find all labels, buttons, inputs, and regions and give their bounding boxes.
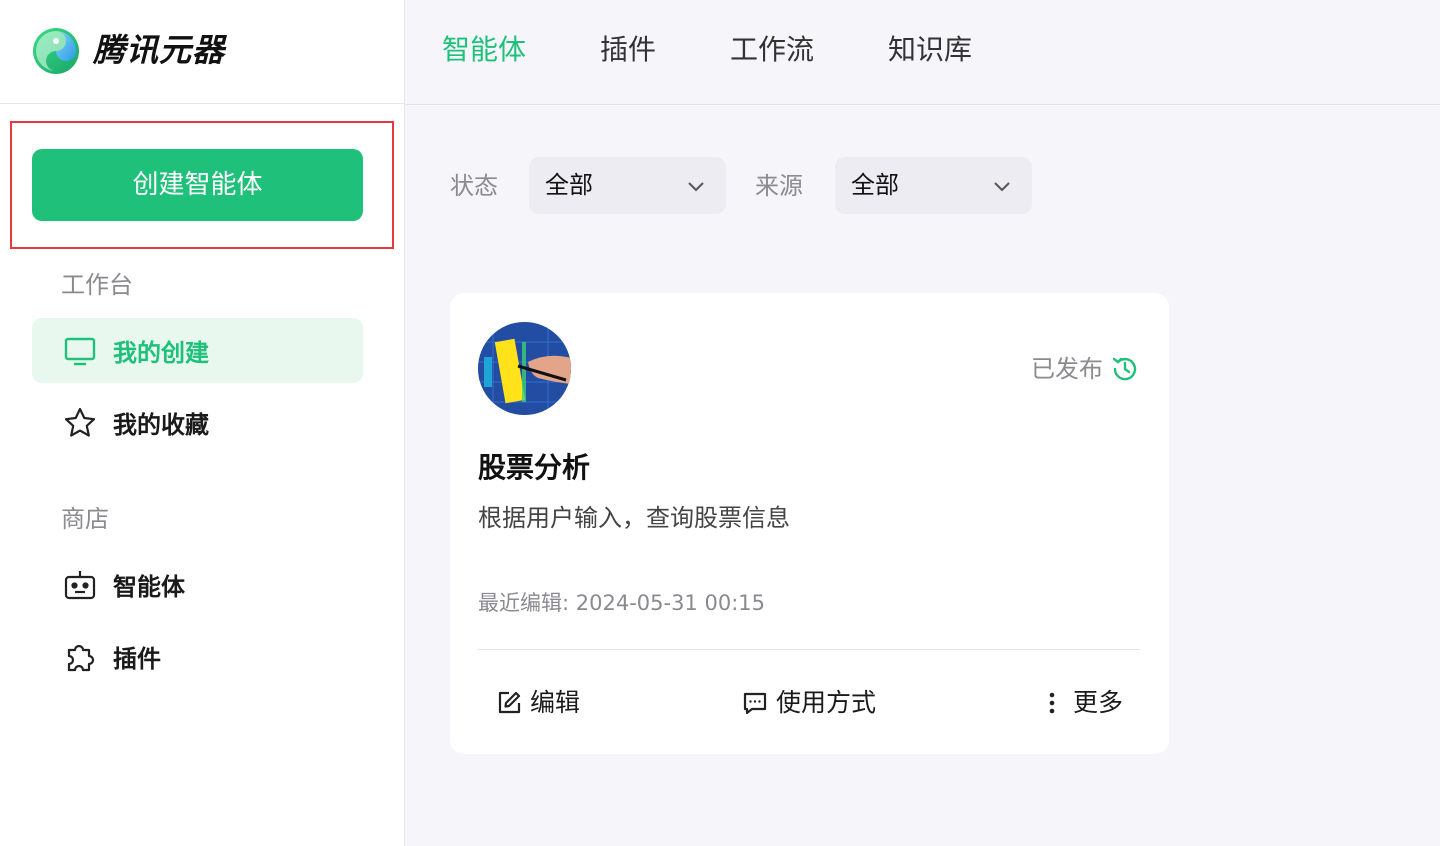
last-edited: 最近编辑: 2024-05-31 00:15 — [478, 591, 765, 615]
history-icon[interactable] — [1111, 355, 1139, 383]
top-nav: 智能体 插件 工作流 知识库 — [406, 0, 1440, 105]
robot-icon — [63, 568, 97, 602]
brand-name: 腾讯元器 — [93, 31, 226, 69]
chat-icon — [742, 690, 768, 716]
sidebar-item-agents[interactable]: 智能体 — [32, 552, 363, 617]
tab-knowledge-base[interactable]: 知识库 — [888, 30, 972, 70]
source-filter-value: 全部 — [851, 171, 899, 199]
sidebar-item-label: 我的收藏 — [113, 411, 209, 439]
sidebar: 腾讯元器 创建智能体 工作台 我的创建 我的收藏 商店 智能体 插件 — [0, 0, 405, 846]
publish-status: 已发布 — [1031, 353, 1139, 385]
create-agent-button[interactable]: 创建智能体 — [32, 149, 363, 221]
star-icon — [63, 406, 97, 440]
edit-button[interactable]: 编辑 — [496, 687, 580, 719]
agent-avatar — [478, 322, 571, 415]
chevron-down-icon — [688, 182, 704, 192]
sidebar-item-label: 插件 — [113, 645, 161, 673]
sidebar-item-plugins[interactable]: 插件 — [32, 624, 363, 689]
usage-label: 使用方式 — [776, 688, 877, 717]
agent-description: 根据用户输入，查询股票信息 — [478, 504, 790, 532]
sidebar-item-my-favorites[interactable]: 我的收藏 — [32, 390, 363, 455]
more-button[interactable]: 更多 — [1039, 687, 1123, 719]
chevron-down-icon — [994, 182, 1010, 192]
source-filter-select[interactable]: 全部 — [835, 157, 1032, 214]
usage-button[interactable]: 使用方式 — [742, 687, 876, 719]
more-vertical-icon — [1039, 690, 1065, 716]
sidebar-item-label: 我的创建 — [113, 339, 209, 367]
edit-label: 编辑 — [530, 688, 581, 717]
status-filter-value: 全部 — [545, 171, 593, 199]
agent-title: 股票分析 — [478, 451, 591, 484]
monitor-icon — [63, 334, 97, 368]
sidebar-item-my-creations[interactable]: 我的创建 — [32, 318, 363, 383]
card-divider — [478, 649, 1140, 650]
tab-workflows[interactable]: 工作流 — [730, 30, 814, 70]
tab-plugins[interactable]: 插件 — [600, 30, 656, 70]
status-filter-label: 状态 — [450, 172, 498, 200]
workbench-section-label: 工作台 — [61, 271, 133, 299]
status-text: 已发布 — [1031, 355, 1103, 383]
puzzle-icon — [63, 640, 97, 674]
brand-logo-icon[interactable] — [32, 27, 80, 75]
tab-agents[interactable]: 智能体 — [442, 30, 526, 70]
store-section-label: 商店 — [61, 505, 109, 533]
sidebar-item-label: 智能体 — [113, 573, 185, 601]
source-filter-label: 来源 — [755, 172, 803, 200]
more-label: 更多 — [1073, 688, 1124, 717]
status-filter-select[interactable]: 全部 — [529, 157, 726, 214]
edit-icon — [496, 690, 522, 716]
brand-header: 腾讯元器 — [0, 0, 405, 104]
agent-card[interactable]: 已发布 股票分析 根据用户输入，查询股票信息 最近编辑: 2024-05-31 … — [450, 293, 1169, 754]
